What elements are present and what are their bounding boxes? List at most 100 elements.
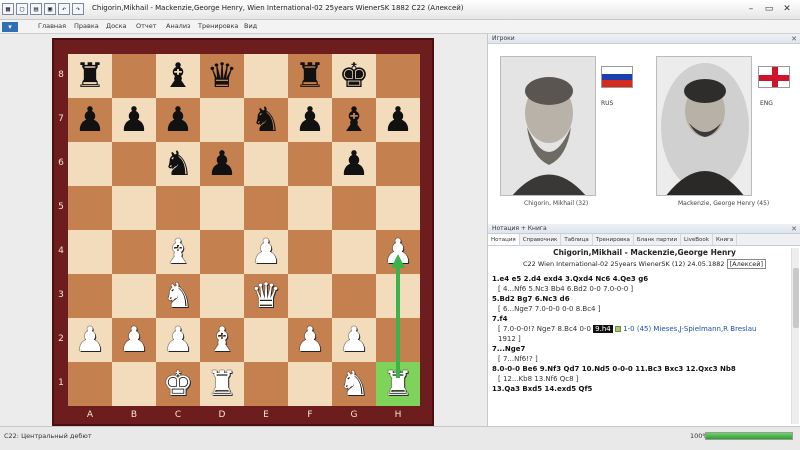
move-line[interactable]: 7...Nge7 [492,344,788,354]
black-bishop-icon[interactable]: ♝ [163,59,193,93]
black-pawn-icon[interactable]: ♟ [119,103,149,137]
square-c2[interactable]: ♟ [156,318,200,362]
notation-tab-1[interactable]: Справочник [520,234,562,245]
square-a8[interactable]: ♜ [68,54,112,98]
close-notation-icon[interactable]: ✕ [791,224,797,234]
tab-analysis[interactable]: Анализ [166,22,191,30]
reference-game-link[interactable]: 1-0 (45) Mieses,J-Spielmann,R Breslau [621,325,756,333]
square-a6[interactable] [68,142,112,186]
square-d5[interactable] [200,186,244,230]
square-g3[interactable] [332,274,376,318]
square-c4[interactable]: ♝ [156,230,200,274]
file-menu-icon[interactable]: ▾ [2,22,18,32]
square-b2[interactable]: ♟ [112,318,156,362]
notation-tab-3[interactable]: Тренировка [593,234,634,245]
square-e6[interactable] [244,142,288,186]
square-a5[interactable] [68,186,112,230]
notation-tab-2[interactable]: Таблица [561,234,593,245]
black-pawn-icon[interactable]: ♟ [339,147,369,181]
square-b4[interactable] [112,230,156,274]
tab-view[interactable]: Вид [244,22,257,30]
square-g6[interactable]: ♟ [332,142,376,186]
notation-scrollbar[interactable] [791,248,799,424]
close-icon[interactable]: ✕ [780,3,794,15]
square-c1[interactable]: ♚ [156,362,200,406]
square-h7[interactable]: ♟ [376,98,420,142]
tab-board[interactable]: Доска [106,22,127,30]
square-h2[interactable] [376,318,420,362]
white-bishop-icon[interactable]: ♝ [163,235,193,269]
square-d8[interactable]: ♛ [200,54,244,98]
square-f3[interactable] [288,274,332,318]
square-f6[interactable] [288,142,332,186]
white-rook-icon[interactable]: ♜ [207,367,237,401]
square-d7[interactable] [200,98,244,142]
move-line[interactable]: 13.Qa3 Bxd5 14.exd5 Qf5 [492,384,788,394]
notation-tab-5[interactable]: LiveBook [681,234,713,245]
square-c7[interactable]: ♟ [156,98,200,142]
square-e3[interactable]: ♛ [244,274,288,318]
move-list[interactable]: 1.e4 e5 2.d4 exd4 3.Qxd4 Nc6 4.Qe3 g6[ 4… [492,274,788,394]
white-bishop-icon[interactable]: ♝ [207,323,237,357]
tab-training[interactable]: Тренировка [198,22,238,30]
square-a2[interactable]: ♟ [68,318,112,362]
square-c8[interactable]: ♝ [156,54,200,98]
tab-home[interactable]: Главная [38,22,66,30]
black-knight-icon[interactable]: ♞ [251,103,281,137]
current-move[interactable]: 9.h4 [593,325,613,333]
square-h1[interactable]: ♜ [376,362,420,406]
move-line[interactable]: 5.Bd2 Bg7 6.Nc3 d6 [492,294,788,304]
tab-report[interactable]: Отчет [136,22,157,30]
square-h8[interactable] [376,54,420,98]
square-e2[interactable] [244,318,288,362]
black-knight-icon[interactable]: ♞ [163,147,193,181]
open-icon[interactable]: ▤ [30,3,42,15]
square-g2[interactable]: ♟ [332,318,376,362]
square-h6[interactable] [376,142,420,186]
black-rook-icon[interactable]: ♜ [295,59,325,93]
square-g4[interactable] [332,230,376,274]
square-c5[interactable] [156,186,200,230]
white-rook-icon[interactable]: ♜ [383,367,413,401]
square-g1[interactable]: ♞ [332,362,376,406]
black-pawn-icon[interactable]: ♟ [383,103,413,137]
white-pawn-icon[interactable]: ♟ [251,235,281,269]
square-d4[interactable] [200,230,244,274]
black-bishop-icon[interactable]: ♝ [339,103,369,137]
app-menu-icon[interactable]: ▦ [2,3,14,15]
square-e4[interactable]: ♟ [244,230,288,274]
white-knight-icon[interactable]: ♞ [339,367,369,401]
square-a1[interactable] [68,362,112,406]
square-b8[interactable] [112,54,156,98]
square-b1[interactable] [112,362,156,406]
square-a7[interactable]: ♟ [68,98,112,142]
square-a3[interactable] [68,274,112,318]
white-knight-icon[interactable]: ♞ [163,279,193,313]
notation-tab-6[interactable]: Книга [713,234,738,245]
black-queen-icon[interactable]: ♛ [207,59,237,93]
move-line[interactable]: 1.e4 e5 2.d4 exd4 3.Qxd4 Nc6 4.Qe3 g6 [492,274,788,284]
square-e1[interactable] [244,362,288,406]
white-queen-icon[interactable]: ♛ [251,279,281,313]
white-pawn-icon[interactable]: ♟ [163,323,193,357]
undo-icon[interactable]: ↶ [58,3,70,15]
square-f7[interactable]: ♟ [288,98,332,142]
white-pawn-icon[interactable]: ♟ [383,235,413,269]
square-d3[interactable] [200,274,244,318]
square-c6[interactable]: ♞ [156,142,200,186]
square-g7[interactable]: ♝ [332,98,376,142]
square-h5[interactable] [376,186,420,230]
notation-tab-0[interactable]: Нотация [488,234,520,245]
black-rook-icon[interactable]: ♜ [75,59,105,93]
square-b3[interactable] [112,274,156,318]
black-pawn-icon[interactable]: ♟ [163,103,193,137]
square-f2[interactable]: ♟ [288,318,332,362]
white-pawn-icon[interactable]: ♟ [119,323,149,357]
maximize-icon[interactable]: ▭ [762,3,776,15]
square-f8[interactable]: ♜ [288,54,332,98]
square-a4[interactable] [68,230,112,274]
scrollbar-thumb[interactable] [793,268,799,328]
move-line[interactable]: [ 7...Nf6!? ] [492,354,788,364]
square-b6[interactable] [112,142,156,186]
close-pane-icon[interactable]: ✕ [791,34,797,44]
